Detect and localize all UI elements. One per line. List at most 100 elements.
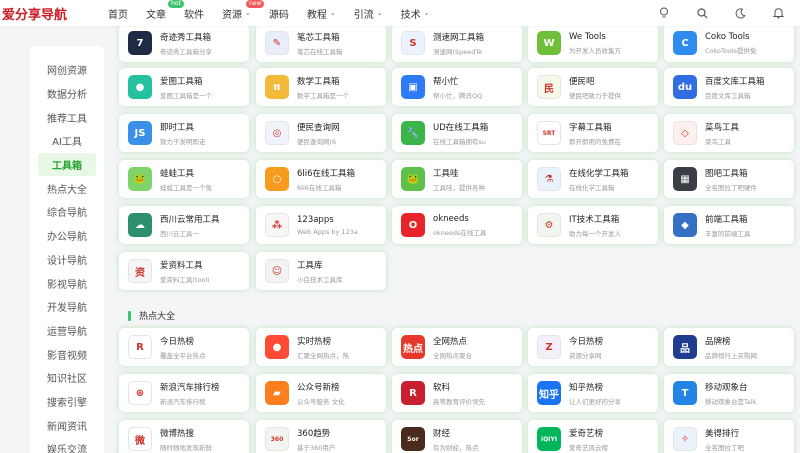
card-desc: 便民查询网(6 [297, 137, 337, 146]
tool-card[interactable]: Sor 财经 有为财经，热点 [392, 420, 522, 453]
card-text: 今日热榜 资源分享网 [569, 335, 603, 360]
card-text: 蛙蛙工具 蛙蛙工具是一个免 [160, 167, 212, 192]
tool-card[interactable]: ▣ 帮小忙 帮小忙，腾讯QQ [392, 68, 522, 106]
tool-card[interactable]: R 软科 高等教育评价领先 [392, 374, 522, 412]
tool-card[interactable]: ● 实时热榜 汇聚全网热点，热 [256, 328, 386, 366]
frog-icon: 🐸 [128, 167, 152, 191]
tool-card[interactable]: 7 奇迹秀工具箱 奇迹秀工具箱分享 [119, 24, 249, 62]
fire-icon: ● [265, 335, 289, 359]
sidebar-item-0[interactable]: 网创资源 [30, 58, 104, 82]
nav-badge: new [246, 0, 265, 8]
tool-card[interactable]: JS 即时工具 致力于发明即走 [119, 114, 249, 152]
sidebar-item-3[interactable]: AI工具 [30, 129, 104, 153]
tool-card[interactable]: ◎ 便民查询网 便民查询网(6 [256, 114, 386, 152]
sidebar-item-6[interactable]: 综合导航 [30, 200, 104, 224]
card-title: 爱资料工具 [160, 260, 203, 271]
tool-card[interactable]: 热点 全网热点 全网热点聚合 [392, 328, 522, 366]
card-title: 知乎热榜 [569, 382, 604, 393]
card-desc: okneeds在线工具 [433, 228, 487, 237]
bell-icon[interactable] [772, 7, 784, 19]
tool-card[interactable]: T 移动观象台 移动观象台是Talk [664, 374, 794, 412]
nav-item-2[interactable]: 软件 [184, 6, 204, 21]
tool-card[interactable]: ▰ 公众号新榜 公众号服务 文化 [256, 374, 386, 412]
search-icon[interactable] [696, 7, 708, 19]
tool-card[interactable]: du 百度文库工具箱 百度文库工具箱 [664, 68, 794, 106]
tool-card[interactable]: ▦ 图吧工具箱 全名图拉丁吧硬件 [664, 160, 794, 198]
card-desc: 笔芯在线工具箱 [297, 47, 343, 56]
sidebar-item-16[interactable]: 娱乐交流 [30, 437, 104, 453]
card-title: 工具库 [297, 260, 323, 271]
tool-card[interactable]: R 今日热榜 覆盖全平台热点 [119, 328, 249, 366]
card-text: 知乎热榜 让人们更好的分享 [569, 381, 621, 406]
card-desc: 公众号服务 文化 [297, 397, 345, 406]
nav-item-5[interactable]: 教程 ⌄ [307, 6, 336, 21]
bulb-icon[interactable] [658, 7, 670, 19]
tool-card[interactable]: W We Tools 为开发人员收集方 [528, 24, 658, 62]
card-desc: 助力每一个开发人 [569, 229, 621, 238]
tool-card[interactable]: S 测速网工具箱 测速网(SpeedTe [392, 24, 522, 62]
tool-card[interactable]: 🐸 蛙蛙工具 蛙蛙工具是一个免 [119, 160, 249, 198]
chevron-down-icon: ⌄ [245, 9, 251, 17]
sidebar-item-2[interactable]: 推荐工具 [30, 105, 104, 129]
site-logo[interactable]: 爱分享导航 [0, 0, 67, 26]
sidebar-item-5[interactable]: 热点大全 [30, 176, 104, 200]
sidebar-item-14[interactable]: 搜索引擎 [30, 390, 104, 414]
tool-card[interactable]: 知乎 知乎热榜 让人们更好的分享 [528, 374, 658, 412]
person-icon: ☺ [265, 259, 289, 283]
tool-card[interactable]: ☺ 工具库 小白技术工具库 [256, 252, 386, 290]
tool-card[interactable]: ⊕ 新浪汽车排行榜 新浪汽车排行榜 [119, 374, 249, 412]
tool-card[interactable]: 🔧 UD在线工具箱 在线工具箱拥有su [392, 114, 522, 152]
card-desc: 新浪汽车排行榜 [160, 397, 206, 406]
tool-card[interactable]: ⁂ 123apps Web Apps by 123a [256, 206, 386, 244]
card-desc: 百度文库工具箱 [705, 91, 751, 100]
sidebar-item-12[interactable]: 影音视频 [30, 342, 104, 366]
nav-item-0[interactable]: 首页 [108, 6, 128, 21]
card-title: We Tools [569, 31, 606, 42]
card-title: 360趋势 [297, 428, 331, 439]
nav-item-6[interactable]: 引流 ⌄ [354, 6, 383, 21]
sidebar-item-7[interactable]: 办公导航 [30, 224, 104, 248]
card-desc: 菜鸟工具 [705, 137, 731, 146]
tool-card[interactable]: ✧ 美得排行 全名图拉丁吧 [664, 420, 794, 453]
card-desc: 帮小忙，腾讯QQ [433, 91, 483, 100]
tool-card[interactable]: iQIYI 爱奇艺榜 爱奇艺风云榜 [528, 420, 658, 453]
moon-icon[interactable] [734, 7, 746, 19]
nav-item-7[interactable]: 技术 ⌄ [401, 6, 430, 21]
tool-card[interactable]: ☁ 西川云常用工具 西川云工具一 [119, 206, 249, 244]
tool-card[interactable]: 资爱资料工具 爱资料工具(tooli [119, 252, 249, 290]
tool-card[interactable]: 民便民吧 便民吧致力于提供 [528, 68, 658, 106]
sidebar-item-11[interactable]: 运营导航 [30, 319, 104, 343]
card-desc: 在线工具箱拥有su [433, 137, 487, 146]
tool-card[interactable]: Z 今日热榜 资源分享网 [528, 328, 658, 366]
tool-card[interactable]: C Coko Tools CokoTools提供免 [664, 24, 794, 62]
js-icon: JS [128, 121, 152, 145]
sidebar-item-8[interactable]: 设计导航 [30, 248, 104, 272]
card-title: 微博热搜 [160, 428, 195, 439]
bangxiaomang-icon: ▣ [401, 75, 425, 99]
sidebar-item-15[interactable]: 新闻资讯 [30, 413, 104, 437]
card-desc: 爱图工具箱是一个 [160, 91, 212, 100]
tool-card[interactable]: ○ 6li6在线工具箱 6li6在线工具箱 [256, 160, 386, 198]
tool-card[interactable]: ⚗ 在线化学工具箱 在线化学工具箱 [528, 160, 658, 198]
card-desc: 覆盖全平台热点 [160, 351, 206, 360]
tool-card[interactable]: ◆ 前端工具箱 丰富的前端工具 [664, 206, 794, 244]
tool-card[interactable]: ◇ 菜鸟工具 菜鸟工具 [664, 114, 794, 152]
nav-item-1[interactable]: 文章 hot [146, 0, 184, 21]
nav-item-4[interactable]: 源码 [269, 6, 289, 21]
tool-card[interactable]: π 数学工具箱 数学工具箱是一个 [256, 68, 386, 106]
tool-card[interactable]: 品品牌榜 品牌榜行上买购网 [664, 328, 794, 366]
tool-card[interactable]: ✎ 笔芯工具箱 笔芯在线工具箱 [256, 24, 386, 62]
sidebar-item-10[interactable]: 开发导航 [30, 295, 104, 319]
tool-card[interactable]: Ookneeds okneeds在线工具 [392, 206, 522, 244]
sidebar-item-9[interactable]: 影视导航 [30, 271, 104, 295]
sidebar-item-4[interactable]: 工具箱 [38, 152, 96, 177]
nav-item-3[interactable]: 资源 ⌄ new [222, 0, 265, 21]
tool-card[interactable]: ⚙ IT技术工具箱 助力每一个开发人 [528, 206, 658, 244]
tool-card[interactable]: 360 360趋势 基于360用户 [256, 420, 386, 453]
sidebar-item-1[interactable]: 数据分析 [30, 82, 104, 106]
tool-card[interactable]: SRT 字幕工具箱 即开即用的免费在 [528, 114, 658, 152]
tool-card[interactable]: 微微博热搜 随时随地发现新鲜 [119, 420, 249, 453]
tool-card[interactable]: 🐸 工具哇 工具哇，提供各种 [392, 160, 522, 198]
sidebar-item-13[interactable]: 知识社区 [30, 366, 104, 390]
tool-card[interactable]: ● 爱图工具箱 爱图工具箱是一个 [119, 68, 249, 106]
